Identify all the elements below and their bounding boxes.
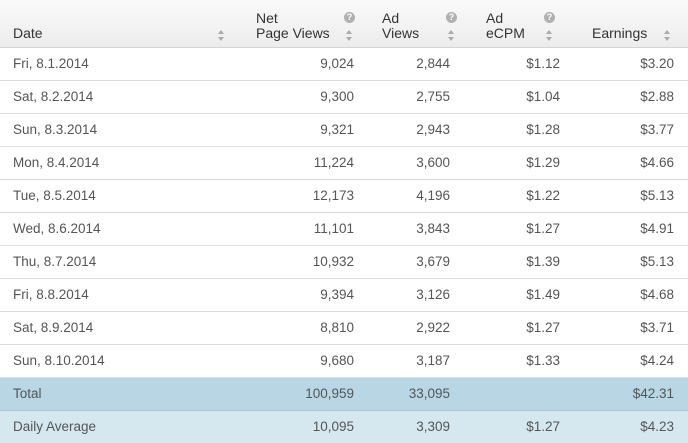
date-cell: Sat, 8.9.2014 <box>0 311 234 345</box>
average-page-views: 10,095 <box>312 419 354 435</box>
sort-icon[interactable] <box>546 29 553 41</box>
ad-ecpm-cell: $1.29 <box>464 146 572 180</box>
help-icon[interactable]: ? <box>344 12 355 23</box>
column-header-label-line2: eCPM <box>486 24 525 41</box>
earnings-cell: $3.20 <box>572 47 688 81</box>
table-row: Sun, 8.10.2014 9,680 3,187 $1.33 $4.24 <box>0 344 688 378</box>
column-header-net-page-views[interactable]: Net Page Views ? <box>234 0 362 48</box>
daily-average-row: Daily Average 10,095 3,309 $1.27 $4.23 <box>0 410 688 443</box>
total-row: Total 100,959 33,095 $42.31 <box>0 377 688 411</box>
ad-ecpm-cell: $1.28 <box>464 113 572 147</box>
ad-views-cell: 2,844 <box>362 47 464 81</box>
date-cell: Sat, 8.2.2014 <box>0 80 234 114</box>
date-cell: Fri, 8.1.2014 <box>0 47 234 81</box>
sort-icon[interactable] <box>218 29 225 41</box>
earnings-cell: $4.24 <box>572 344 688 378</box>
ad-views-cell: 3,600 <box>362 146 464 180</box>
column-header-label: Earnings <box>592 24 648 41</box>
page-views-cell: 12,173 <box>234 179 362 213</box>
column-header-label-line1: Ad <box>486 9 504 26</box>
sort-icon[interactable] <box>448 29 455 41</box>
date-cell: Sun, 8.10.2014 <box>0 344 234 378</box>
table-row: Sat, 8.9.2014 8,810 2,922 $1.27 $3.71 <box>0 311 688 345</box>
column-header-label-line1: Net <box>256 9 278 26</box>
table-row: Mon, 8.4.2014 11,224 3,600 $1.29 $4.66 <box>0 146 688 180</box>
date-cell: Fri, 8.8.2014 <box>0 278 234 312</box>
earnings-cell: $4.68 <box>572 278 688 312</box>
column-header-ad-ecpm[interactable]: Ad eCPM ? <box>464 0 572 48</box>
column-header-label-line1: Ad <box>382 9 400 26</box>
average-ad-ecpm: $1.27 <box>526 419 560 435</box>
table-row: Thu, 8.7.2014 10,932 3,679 $1.39 $5.13 <box>0 245 688 279</box>
average-ad-views: 3,309 <box>416 419 450 435</box>
ad-ecpm-cell: $1.12 <box>464 47 572 81</box>
ad-views-cell: 4,196 <box>362 179 464 213</box>
date-cell: Wed, 8.6.2014 <box>0 212 234 246</box>
ad-views-cell: 3,843 <box>362 212 464 246</box>
column-header-date[interactable]: Date <box>0 0 234 48</box>
earnings-cell: $3.71 <box>572 311 688 345</box>
page-views-cell: 11,224 <box>234 146 362 180</box>
page-views-cell: 8,810 <box>234 311 362 345</box>
earnings-cell: $4.91 <box>572 212 688 246</box>
earnings-cell: $4.66 <box>572 146 688 180</box>
table-row: Tue, 8.5.2014 12,173 4,196 $1.22 $5.13 <box>0 179 688 213</box>
date-cell: Tue, 8.5.2014 <box>0 179 234 213</box>
ad-views-cell: 2,755 <box>362 80 464 114</box>
total-earnings: $42.31 <box>572 377 688 411</box>
column-header-label-line2: Views <box>382 24 420 41</box>
header-row: Date Net Page Views ? Ad Views ? Ad eCPM… <box>0 0 688 48</box>
page-views-cell: 11,101 <box>234 212 362 246</box>
average-earnings: $4.23 <box>640 419 674 435</box>
total-ad-views: 33,095 <box>362 377 464 411</box>
page-views-cell: 9,024 <box>234 47 362 81</box>
ad-ecpm-cell: $1.27 <box>464 311 572 345</box>
ad-views-cell: 3,187 <box>362 344 464 378</box>
total-ad-ecpm <box>464 377 572 411</box>
ad-views-cell: 2,922 <box>362 311 464 345</box>
column-header-label: Date <box>13 24 43 41</box>
column-header-earnings[interactable]: Earnings <box>572 0 688 48</box>
ad-ecpm-cell: $1.22 <box>464 179 572 213</box>
table-row: Sat, 8.2.2014 9,300 2,755 $1.04 $2.88 <box>0 80 688 114</box>
total-label: Total <box>0 377 234 411</box>
date-cell: Sun, 8.3.2014 <box>0 113 234 147</box>
table-row: Sun, 8.3.2014 9,321 2,943 $1.28 $3.77 <box>0 113 688 147</box>
average-label: Daily Average <box>13 419 97 435</box>
total-page-views: 100,959 <box>234 377 362 411</box>
earnings-cell: $5.13 <box>572 245 688 279</box>
help-icon[interactable]: ? <box>544 12 555 23</box>
ad-views-cell: 3,679 <box>362 245 464 279</box>
sort-icon[interactable] <box>346 29 353 41</box>
ad-views-cell: 3,126 <box>362 278 464 312</box>
ad-ecpm-cell: $1.39 <box>464 245 572 279</box>
ad-ecpm-cell: $1.49 <box>464 278 572 312</box>
page-views-cell: 9,680 <box>234 344 362 378</box>
help-icon[interactable]: ? <box>446 12 457 23</box>
earnings-cell: $2.88 <box>572 80 688 114</box>
page-views-cell: 9,300 <box>234 80 362 114</box>
column-header-ad-views[interactable]: Ad Views ? <box>362 0 464 48</box>
table-row: Fri, 8.8.2014 9,394 3,126 $1.49 $4.68 <box>0 278 688 312</box>
page-views-cell: 9,321 <box>234 113 362 147</box>
earnings-table: Date Net Page Views ? Ad Views ? Ad eCPM… <box>0 0 688 443</box>
ad-views-cell: 2,943 <box>362 113 464 147</box>
table-row: Fri, 8.1.2014 9,024 2,844 $1.12 $3.20 <box>0 47 688 81</box>
column-header-label-line2: Page Views <box>256 24 330 41</box>
date-cell: Mon, 8.4.2014 <box>0 146 234 180</box>
page-views-cell: 10,932 <box>234 245 362 279</box>
sort-icon[interactable] <box>664 29 671 41</box>
page-views-cell: 9,394 <box>234 278 362 312</box>
earnings-cell: $3.77 <box>572 113 688 147</box>
table-row: Wed, 8.6.2014 11,101 3,843 $1.27 $4.91 <box>0 212 688 246</box>
ad-ecpm-cell: $1.33 <box>464 344 572 378</box>
earnings-cell: $5.13 <box>572 179 688 213</box>
ad-ecpm-cell: $1.27 <box>464 212 572 246</box>
date-cell: Thu, 8.7.2014 <box>0 245 234 279</box>
ad-ecpm-cell: $1.04 <box>464 80 572 114</box>
